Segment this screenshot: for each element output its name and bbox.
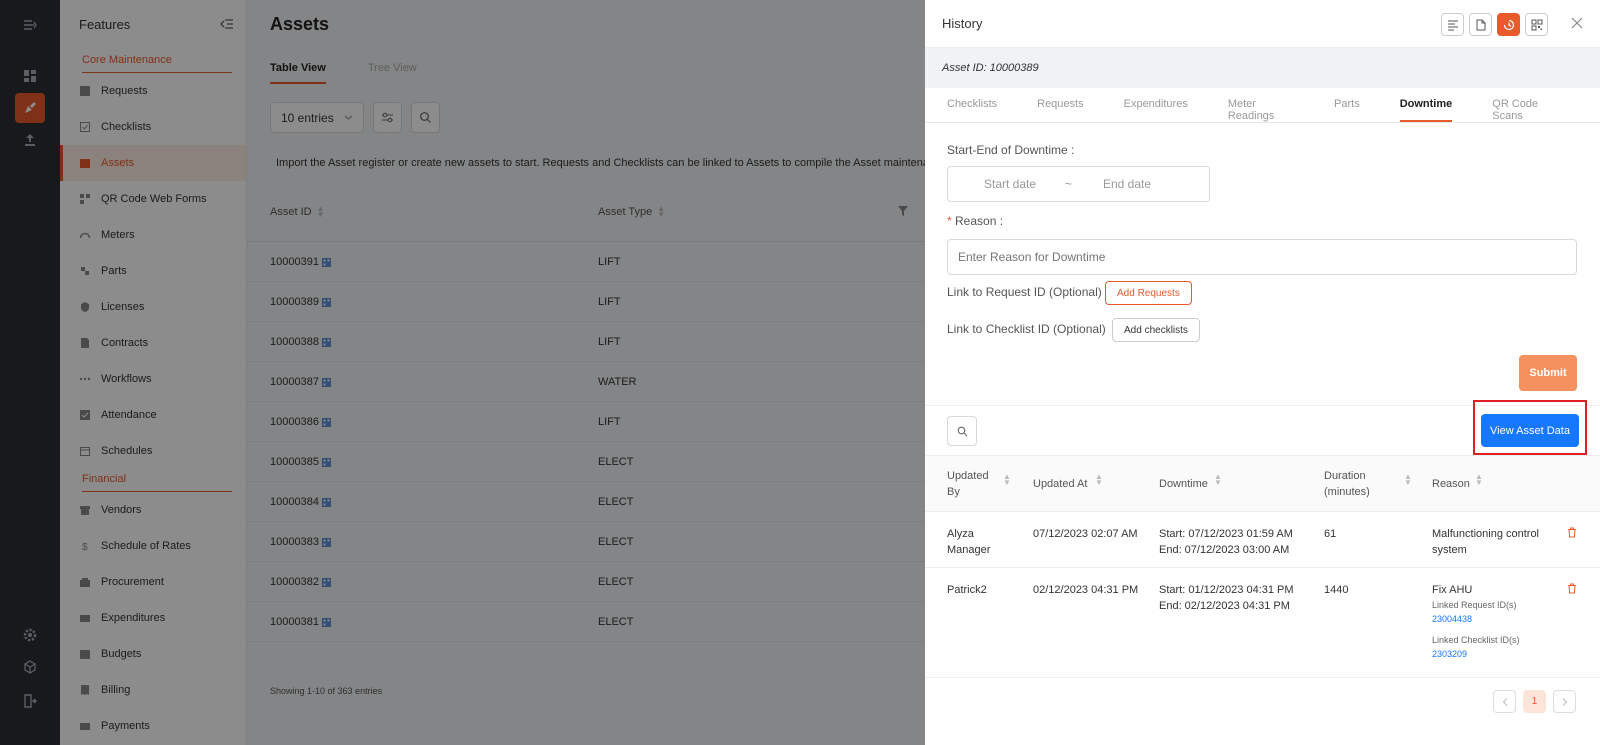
downtime-cell: Start: 01/12/2023 04:31 PM End: 02/12/202… [1159, 584, 1294, 612]
reason-cell: Malfunctioning control system [1432, 528, 1540, 556]
updated-by-cell: Alyza Manager [947, 528, 991, 556]
drawer-actions [1441, 13, 1548, 36]
asset-id-label: Asset ID: 10000389 [942, 62, 1039, 74]
drawer-header: History [925, 0, 1600, 48]
tab-qr-code-scans[interactable]: QR Code Scans [1492, 88, 1560, 122]
reason-label: * Reason : [947, 214, 1004, 228]
date-range-picker[interactable]: Start date ~ End date [947, 166, 1210, 202]
link-checklist-label: Link to Checklist ID (Optional) [947, 322, 1106, 336]
tab-meter-readings[interactable]: Meter Readings [1228, 88, 1294, 122]
delete-icon[interactable] [1567, 583, 1577, 594]
tab-expenditures[interactable]: Expenditures [1124, 88, 1188, 122]
sort-icon: ▲ ▼ [1214, 472, 1222, 487]
sort-icon: ▲ ▼ [1475, 472, 1483, 487]
view-asset-data-button[interactable]: View Asset Data [1481, 414, 1579, 447]
history-search-button[interactable] [947, 416, 977, 446]
duration-cell: 61 [1324, 528, 1337, 540]
close-icon[interactable] [1571, 17, 1583, 29]
column-updated-by[interactable]: Updated By ▲ ▼ [947, 468, 1011, 500]
page-1-button[interactable]: 1 [1523, 690, 1546, 713]
linked-checklist-label: Linked Checklist ID(s) [1432, 635, 1520, 645]
history-drawer: History Asset ID: 10000389 Checklists Req… [925, 0, 1600, 745]
history-tabs: Checklists Requests Expenditures Meter Read… [925, 88, 1600, 123]
range-label: Start-End of Downtime : [947, 143, 1075, 157]
pagination: 1 [925, 690, 1600, 720]
downtime-row: Patrick2 02/12/2023 04:31 PM Start: 01/1… [925, 568, 1600, 678]
updated-by-cell: Patrick2 [947, 584, 987, 596]
add-requests-button[interactable]: Add Requests [1105, 281, 1192, 305]
drawer-title: History [942, 16, 983, 31]
downtime-cell: Start: 07/12/2023 01:59 AM End: 07/12/202… [1159, 528, 1293, 556]
details-button[interactable] [1441, 13, 1464, 36]
duration-cell: 1440 [1324, 584, 1349, 596]
column-duration[interactable]: Duration (minutes) ▲ ▼ [1324, 468, 1412, 500]
column-updated-at[interactable]: Updated At ▲ ▼ [1033, 473, 1103, 492]
sort-icon: ▲ ▼ [1095, 472, 1103, 487]
tab-parts[interactable]: Parts [1334, 88, 1360, 122]
document-icon [1476, 19, 1485, 30]
delete-icon[interactable] [1567, 527, 1577, 538]
downtime-form: Start-End of Downtime : Start date ~ End… [925, 123, 1600, 406]
column-downtime[interactable]: Downtime ▲ ▼ [1159, 473, 1222, 492]
sort-icon: ▲ ▼ [1404, 472, 1412, 487]
qr-code-icon [1531, 19, 1542, 30]
tab-downtime[interactable]: Downtime [1399, 88, 1453, 122]
updated-at-cell: 02/12/2023 04:31 PM [1033, 584, 1139, 596]
reason-input[interactable] [947, 239, 1577, 275]
chevron-right-icon [1562, 697, 1567, 706]
downtime-row: Alyza Manager 07/12/2023 02:07 AM Start: … [925, 512, 1600, 568]
align-left-icon [1447, 20, 1458, 30]
reason-cell: Fix AHU Linked Request ID(s) 23004438 Li… [1432, 584, 1520, 661]
chevron-left-icon [1502, 697, 1507, 706]
end-date-input[interactable]: End date [1103, 177, 1151, 191]
downtime-table-header: Updated By ▲ ▼ Updated At ▲ ▼ Downtime ▲ ▼ D… [925, 456, 1600, 512]
next-page-button[interactable] [1553, 690, 1576, 713]
linked-request-link[interactable]: 23004438 [1432, 612, 1520, 626]
sort-icon: ▲ ▼ [1003, 472, 1011, 487]
prev-page-button[interactable] [1493, 690, 1516, 713]
linked-request-label: Linked Request ID(s) [1432, 600, 1517, 610]
range-separator: ~ [1065, 177, 1073, 191]
history-icon [1503, 19, 1514, 30]
start-date-input[interactable]: Start date [984, 177, 1036, 191]
add-checklists-button[interactable]: Add checklists [1112, 318, 1200, 342]
history-search-row: View Asset Data [925, 400, 1600, 456]
asset-id-strip: Asset ID: 10000389 [925, 48, 1600, 88]
column-reason[interactable]: Reason ▲ ▼ [1432, 473, 1483, 492]
modal-overlay[interactable] [0, 0, 925, 745]
tab-requests[interactable]: Requests [1037, 88, 1083, 122]
link-request-label: Link to Request ID (Optional) [947, 285, 1102, 299]
search-icon [957, 426, 967, 436]
tab-checklists[interactable]: Checklists [947, 88, 997, 122]
qr-code-button[interactable] [1525, 13, 1548, 36]
updated-at-cell: 07/12/2023 02:07 AM [1033, 528, 1138, 540]
document-button[interactable] [1469, 13, 1492, 36]
history-button[interactable] [1497, 13, 1520, 36]
linked-checklist-link[interactable]: 2303209 [1432, 647, 1520, 661]
submit-button[interactable]: Submit [1519, 355, 1577, 391]
